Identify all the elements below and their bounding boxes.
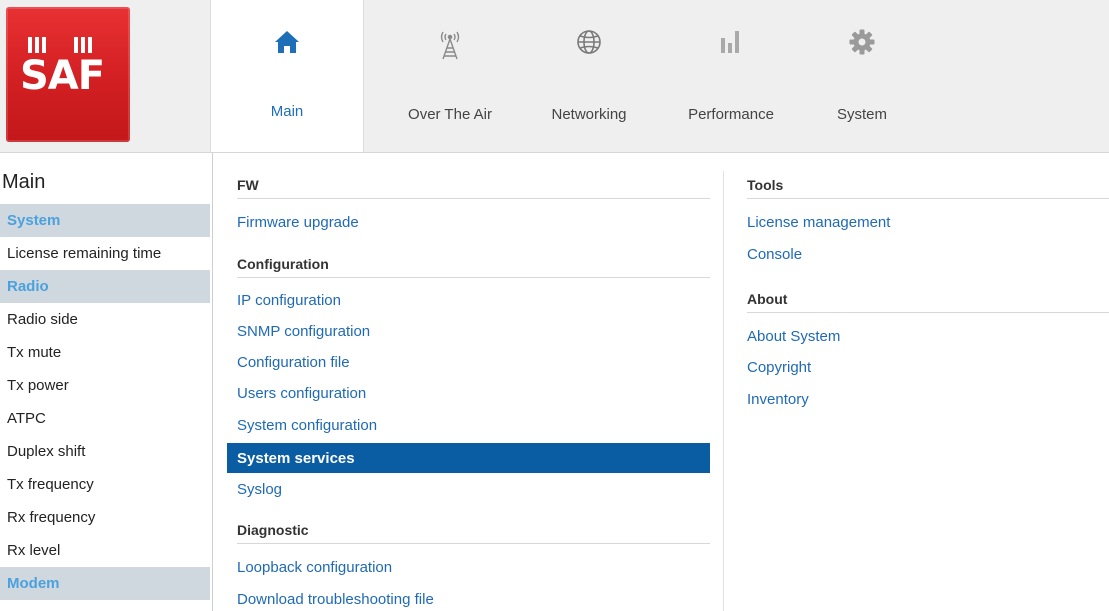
logo-ticks <box>28 37 110 53</box>
nav-tab-system-label: System <box>836 106 887 123</box>
left-panel-title: Main <box>2 171 46 193</box>
left-row-tx-mute: Tx mute <box>7 344 62 361</box>
left-section-system: System <box>0 204 210 237</box>
menu-item-ip-configuration[interactable]: IP configuration <box>227 285 710 315</box>
menu-item-firmware-upgrade[interactable]: Firmware upgrade <box>227 207 710 237</box>
menu-item-about-system[interactable]: About System <box>737 321 1109 351</box>
antenna-icon <box>378 28 522 60</box>
left-section-radio: Radio <box>0 270 210 303</box>
nav-tab-system[interactable]: System <box>810 0 914 152</box>
menu-item-copyright[interactable]: Copyright <box>737 352 1109 382</box>
menu-item-users-configuration[interactable]: Users configuration <box>227 378 710 408</box>
menu-item-system-services[interactable]: System services <box>227 443 710 473</box>
left-row-atpc: ATPC <box>7 410 46 427</box>
menu-item-download-troubleshooting-file[interactable]: Download troubleshooting file <box>227 584 710 611</box>
nav-tab-main[interactable]: Main <box>210 0 364 152</box>
home-icon <box>211 28 363 58</box>
top-navigation-bar: SAF Main Over The Air Networking Perform… <box>0 0 1109 153</box>
bar-chart-icon <box>672 28 790 58</box>
saf-logo[interactable]: SAF <box>6 7 130 142</box>
menu-section-configuration: Configuration <box>237 250 710 278</box>
menu-item-system-configuration[interactable]: System configuration <box>227 410 710 440</box>
nav-tab-networking[interactable]: Networking <box>530 0 648 152</box>
menu-section-fw: FW <box>237 171 710 199</box>
menu-item-inventory[interactable]: Inventory <box>737 384 1109 414</box>
menu-item-loopback-configuration[interactable]: Loopback configuration <box>227 552 710 582</box>
globe-icon <box>530 28 648 58</box>
left-row-tx-frequency: Tx frequency <box>7 476 94 493</box>
menu-item-syslog[interactable]: Syslog <box>227 474 710 504</box>
menu-item-license-management[interactable]: License management <box>737 207 1109 237</box>
gear-icon <box>810 28 914 58</box>
nav-tab-networking-label: Networking <box>551 106 627 123</box>
menu-item-console[interactable]: Console <box>737 239 1109 269</box>
menu-item-snmp-configuration[interactable]: SNMP configuration <box>227 316 710 346</box>
logo-text: SAF <box>20 53 105 99</box>
menu-section-about: About <box>747 285 1109 313</box>
nav-tab-performance-label: Performance <box>688 106 774 123</box>
left-section-modem: Modem <box>0 567 210 600</box>
nav-tab-over-the-air[interactable]: Over The Air <box>378 0 522 152</box>
left-row-license-remaining-time: License remaining time <box>7 245 162 262</box>
menu-item-configuration-file[interactable]: Configuration file <box>227 347 710 377</box>
menu-column-divider <box>723 171 724 611</box>
nav-tab-over-the-air-label: Over The Air <box>408 106 492 123</box>
nav-tab-performance[interactable]: Performance <box>672 0 790 152</box>
nav-tab-main-label: Main <box>270 103 304 120</box>
left-row-radio-side: Radio side <box>7 311 78 328</box>
menu-section-tools: Tools <box>747 171 1109 199</box>
left-panel-list: System License remaining time Radio Radi… <box>0 204 210 600</box>
left-row-rx-level: Rx level <box>7 542 61 559</box>
menu-section-diagnostic: Diagnostic <box>237 516 710 544</box>
left-row-duplex-shift: Duplex shift <box>7 443 86 460</box>
left-row-rx-frequency: Rx frequency <box>7 509 96 526</box>
left-row-tx-power: Tx power <box>7 377 69 394</box>
main-dropdown-menu: FW Firmware upgrade Configuration IP con… <box>212 153 1109 611</box>
